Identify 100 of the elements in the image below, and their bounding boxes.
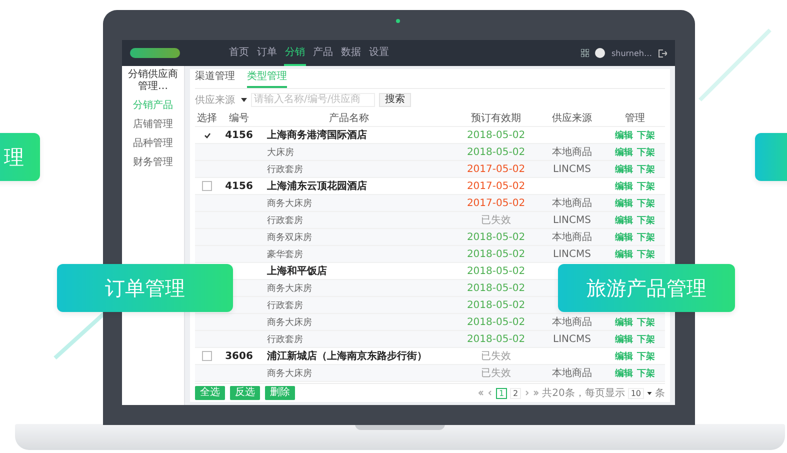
- row-action-link[interactable]: 编辑: [615, 196, 633, 210]
- page-button[interactable]: 1: [496, 388, 508, 398]
- caret-icon: [647, 392, 652, 394]
- row-action-link[interactable]: 编辑: [615, 214, 633, 226]
- sidebar-item[interactable]: 分销产品: [133, 98, 173, 112]
- tab[interactable]: 渠道管理: [195, 69, 235, 88]
- column-header: 编号: [228, 112, 250, 125]
- chevron-right-icon[interactable]: [524, 390, 530, 396]
- table-cell: 3606: [225, 350, 253, 362]
- nav-tab[interactable]: 分销: [284, 40, 306, 66]
- table-cell: 4156: [225, 130, 253, 140]
- page-size-dropdown[interactable]: 10: [628, 388, 644, 398]
- date-cell: 2017-05-02: [466, 180, 526, 192]
- row-action-link[interactable]: 编辑: [615, 366, 633, 380]
- page-size-unit: 条: [655, 387, 665, 400]
- product-name: 行政套房: [267, 214, 303, 226]
- row-action-link[interactable]: 编辑: [615, 350, 633, 362]
- double-chevron-right-icon[interactable]: [533, 390, 540, 396]
- row-action-link[interactable]: 编辑: [615, 248, 633, 260]
- row-action-link[interactable]: 下架: [637, 366, 655, 380]
- row-action-link[interactable]: 下架: [637, 128, 655, 142]
- row-action-link[interactable]: 编辑: [615, 316, 633, 328]
- product-name: 行政套房: [267, 300, 303, 312]
- nav-tab[interactable]: 订单: [256, 40, 278, 66]
- product-name: 上海浦东云顶花园酒店: [267, 179, 367, 193]
- row-action-link[interactable]: 编辑: [615, 332, 633, 346]
- row-action-link[interactable]: 下架: [637, 332, 655, 346]
- date-cell: 2018-05-02: [466, 282, 526, 294]
- row-action-link[interactable]: 下架: [637, 180, 655, 192]
- source-cell-text: 本地商品: [552, 366, 592, 380]
- product-name: 行政套房: [267, 164, 303, 176]
- footer-button[interactable]: 全选: [195, 386, 225, 400]
- search-button[interactable]: 搜索: [379, 92, 411, 106]
- row-checkbox[interactable]: [202, 181, 212, 191]
- date-cell: 2018-05-02: [466, 334, 526, 344]
- page-button[interactable]: 2: [510, 388, 522, 398]
- product-name: 商务大床房: [267, 198, 312, 210]
- source-cell: LINCMS: [553, 334, 591, 344]
- sidebar-item[interactable]: 财务管理: [133, 155, 173, 169]
- date-cell: 2018-05-02: [466, 266, 526, 276]
- sidebar-item[interactable]: 品种管理: [133, 136, 173, 150]
- product-name: 商务大床房: [267, 316, 312, 328]
- chevron-left-icon[interactable]: [487, 390, 494, 396]
- footer-button[interactable]: 反选: [230, 386, 260, 400]
- product-name: 豪华套房: [267, 248, 303, 260]
- camera-icon: [396, 19, 400, 23]
- source-dropdown[interactable]: 供应来源: [195, 93, 247, 106]
- date-cell-text: 已失效: [481, 214, 511, 227]
- row-action-link[interactable]: 下架: [637, 350, 655, 362]
- date-cell: 2018-05-02: [466, 146, 526, 158]
- user-name[interactable]: shurneh…: [611, 48, 652, 58]
- column-header: 预订有效期: [470, 112, 522, 125]
- source-cell: LINCMS: [553, 248, 591, 260]
- row-action-link[interactable]: 编辑: [615, 230, 633, 244]
- row-action-link[interactable]: 下架: [637, 316, 655, 328]
- source-cell-text: 本地商品: [552, 230, 592, 244]
- row-action-link[interactable]: 下架: [637, 230, 655, 244]
- sidebar-item[interactable]: 店铺管理: [133, 117, 173, 131]
- source-cell-text: 本地商品: [552, 196, 592, 210]
- footer-button[interactable]: 删除: [265, 386, 295, 400]
- column-header: 选择: [196, 112, 218, 125]
- row-action-link[interactable]: 下架: [637, 146, 655, 158]
- product-name: 浦江新城店（上海南京东路步行街）: [267, 349, 427, 363]
- caret-icon: [241, 98, 247, 102]
- nav-tab[interactable]: 设置: [368, 40, 390, 66]
- row-checkbox[interactable]: [202, 351, 212, 361]
- table-cell: 4156: [225, 180, 253, 192]
- date-cell: 2018-05-02: [466, 130, 526, 140]
- row-action-link[interactable]: 下架: [637, 196, 655, 210]
- product-name: 上海和平饭店: [267, 264, 327, 278]
- double-chevron-left-icon[interactable]: [478, 390, 484, 396]
- nav-tab[interactable]: 首页: [228, 40, 250, 66]
- date-cell: 2018-05-02: [466, 232, 526, 242]
- row-action-link[interactable]: 下架: [637, 162, 655, 176]
- pagination-summary: 共20条，每页显示: [542, 386, 625, 400]
- sidebar-title: 分销供应商管理…: [127, 69, 179, 93]
- date-cell-text: 已失效: [481, 366, 511, 380]
- column-header: 供应来源: [551, 112, 593, 125]
- grid-icon[interactable]: [581, 49, 590, 57]
- feature-badge: 订单管理: [57, 264, 233, 312]
- product-name: 上海商务港湾国际酒店: [267, 128, 367, 142]
- feature-badge: 理: [0, 133, 40, 181]
- row-action-link[interactable]: 编辑: [615, 146, 633, 158]
- product-name: 商务大床房: [267, 282, 312, 294]
- source-cell: LINCMS: [553, 214, 591, 226]
- product-name: 行政套房: [267, 334, 303, 346]
- search-field[interactable]: 请输入名称/编号/供应商: [251, 92, 375, 106]
- row-action-link[interactable]: 下架: [637, 214, 655, 226]
- tab[interactable]: 类型管理: [247, 69, 287, 88]
- nav-tab[interactable]: 产品: [312, 40, 334, 66]
- row-action-link[interactable]: 编辑: [615, 128, 633, 142]
- nav-tab[interactable]: 数据: [340, 40, 362, 66]
- avatar-icon[interactable]: [595, 48, 606, 58]
- row-action-link[interactable]: 编辑: [615, 162, 633, 176]
- row-action-link[interactable]: 编辑: [615, 180, 633, 192]
- source-cell-text: 本地商品: [552, 316, 592, 329]
- date-cell-text: 已失效: [481, 350, 511, 363]
- logout-icon[interactable]: [658, 48, 667, 58]
- date-cell: 2017-05-02: [466, 198, 526, 208]
- row-action-link[interactable]: 下架: [637, 248, 655, 260]
